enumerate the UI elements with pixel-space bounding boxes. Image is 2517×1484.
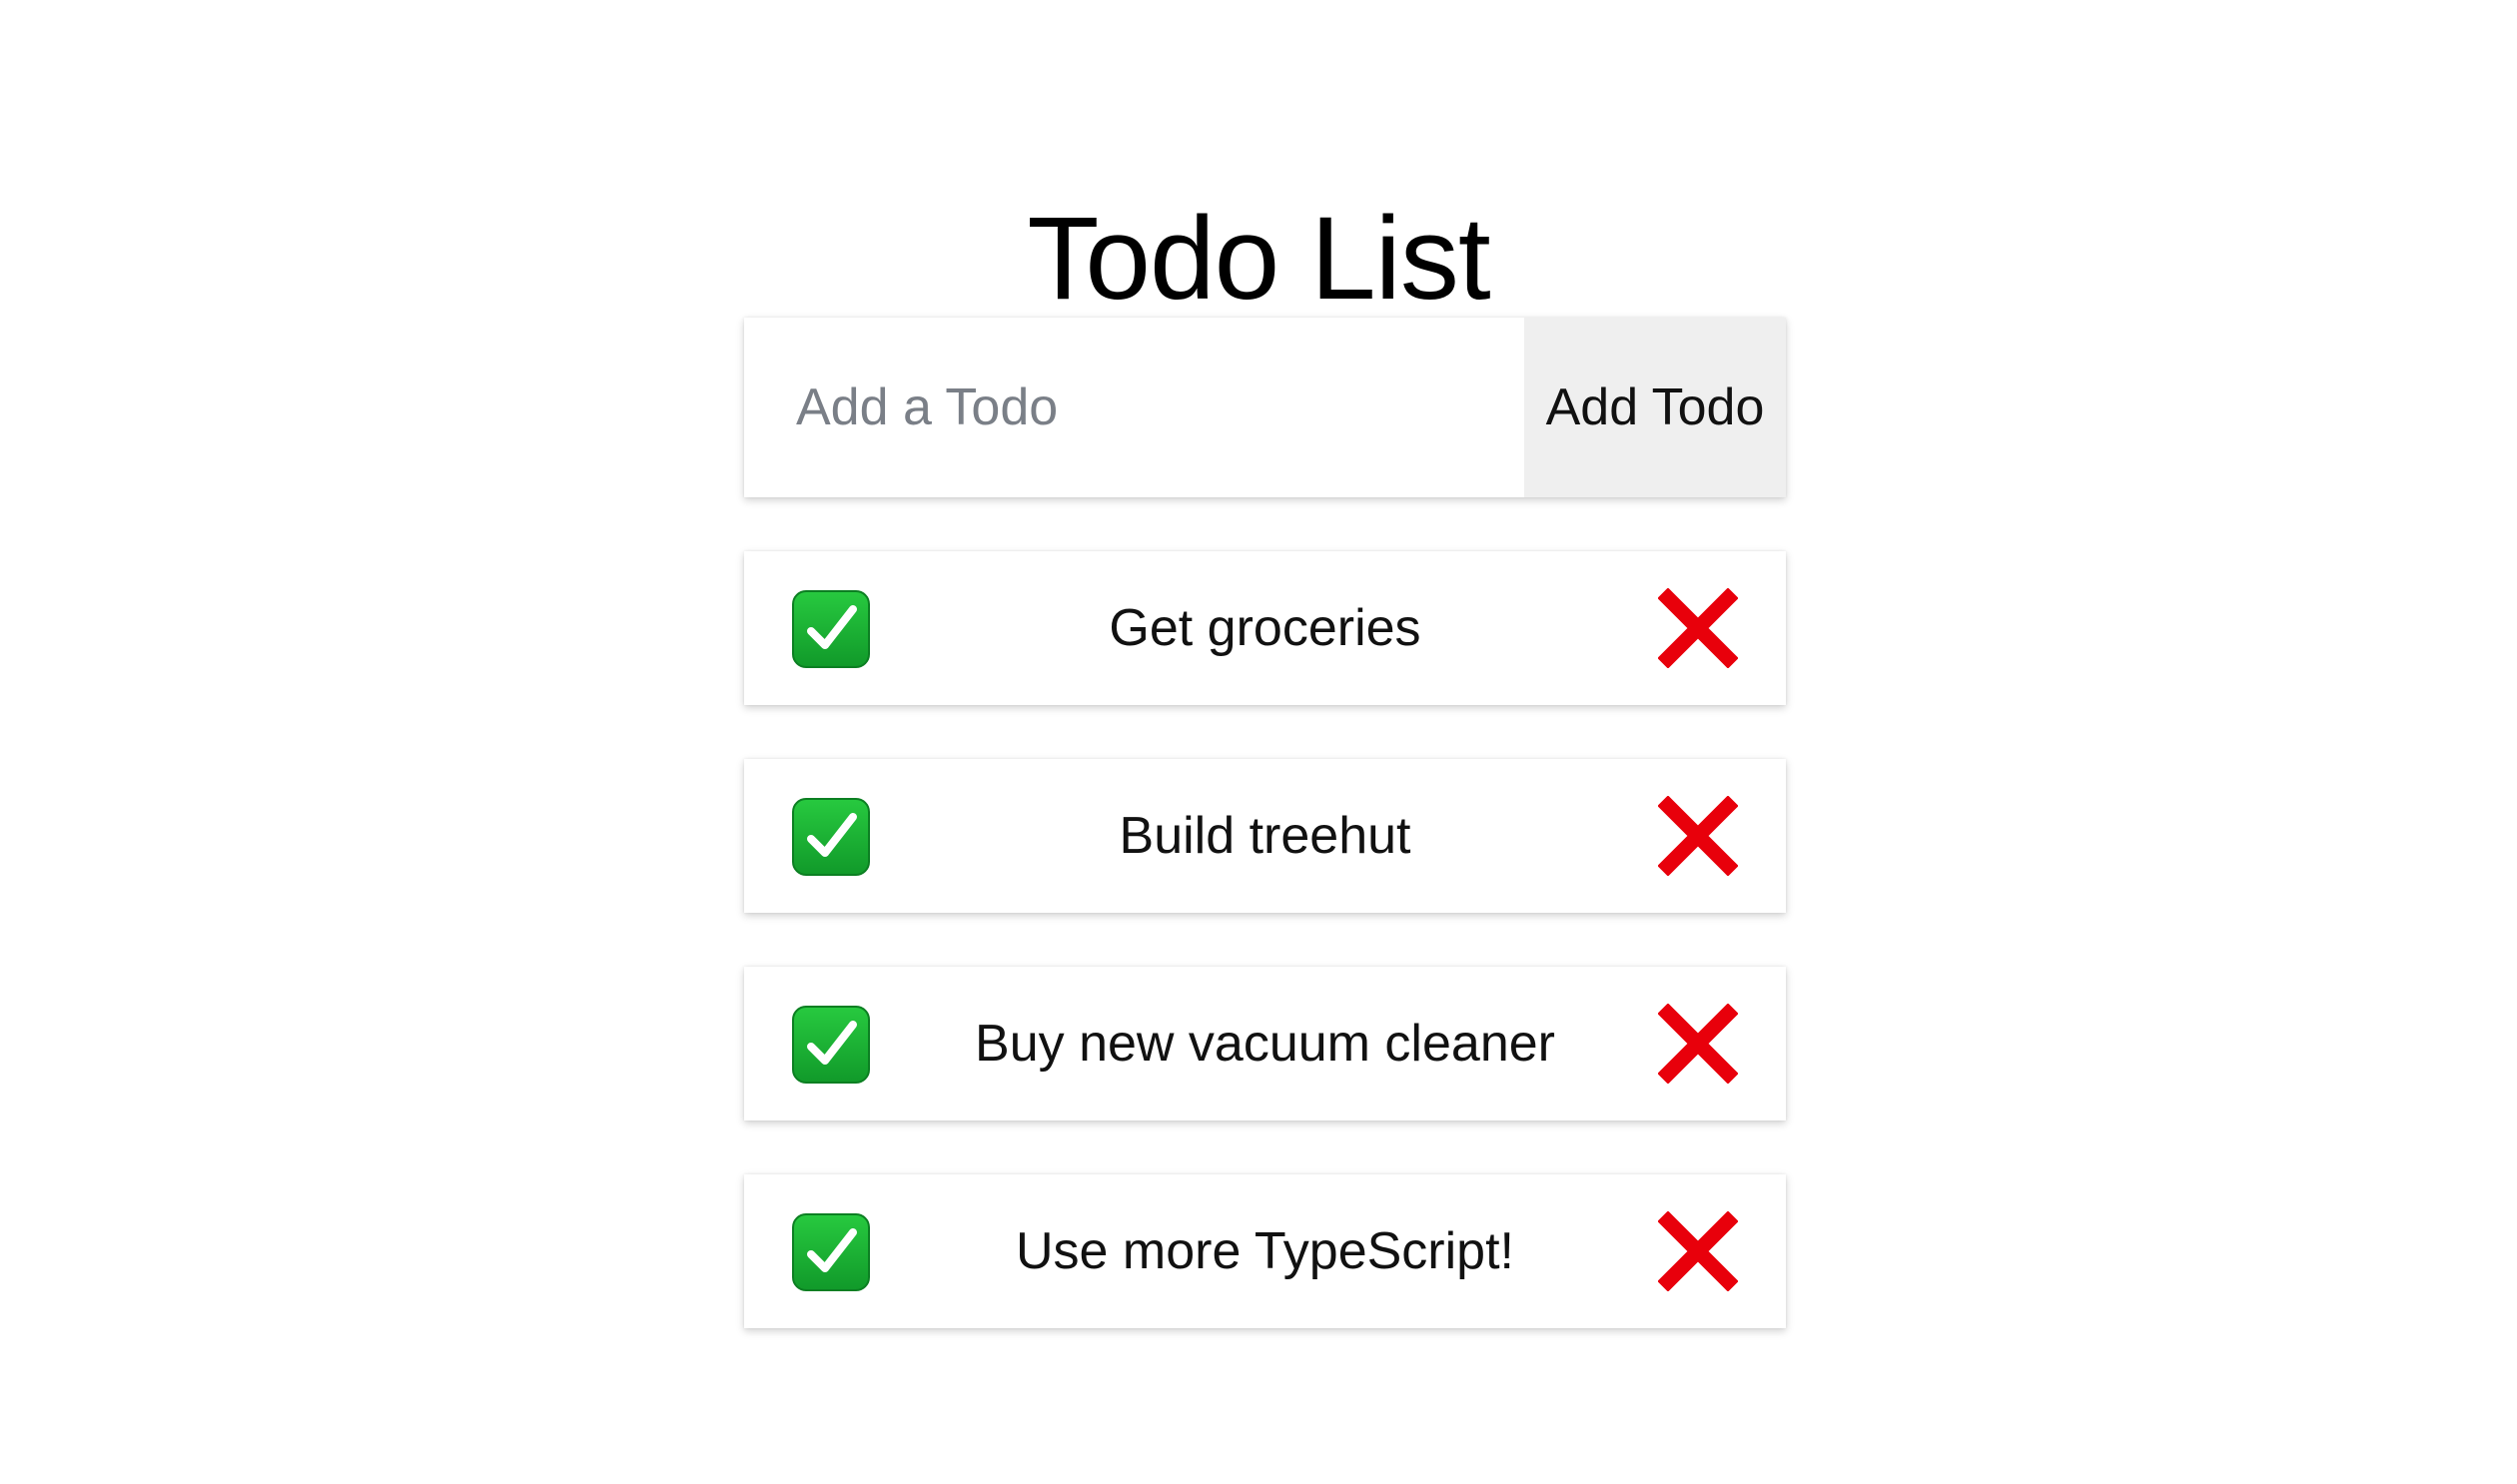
complete-checkmark-icon[interactable]: [792, 798, 870, 876]
add-todo-button[interactable]: Add Todo: [1524, 318, 1786, 497]
todo-text: Buy new vacuum cleaner: [975, 1015, 1555, 1073]
complete-checkmark-icon[interactable]: [792, 1213, 870, 1291]
todo-item: Buy new vacuum cleaner: [744, 967, 1786, 1120]
add-todo-form: Add Todo: [744, 318, 1786, 497]
delete-cross-icon[interactable]: [1658, 796, 1738, 876]
todo-item: Build treehut: [744, 759, 1786, 913]
todo-item: Get groceries: [744, 551, 1786, 705]
page-title: Todo List: [1027, 193, 1490, 326]
todo-list: Get groceries Build treehut Buy new vacu…: [744, 551, 1786, 1382]
todo-text: Use more TypeScript!: [1015, 1222, 1514, 1280]
todo-text: Build treehut: [1119, 807, 1411, 865]
complete-checkmark-icon[interactable]: [792, 1006, 870, 1084]
delete-cross-icon[interactable]: [1658, 1004, 1738, 1084]
todo-text: Get groceries: [1109, 599, 1421, 657]
complete-checkmark-icon[interactable]: [792, 590, 870, 668]
todo-input[interactable]: [744, 318, 1524, 497]
delete-cross-icon[interactable]: [1658, 588, 1738, 668]
todo-item: Use more TypeScript!: [744, 1174, 1786, 1328]
delete-cross-icon[interactable]: [1658, 1211, 1738, 1291]
